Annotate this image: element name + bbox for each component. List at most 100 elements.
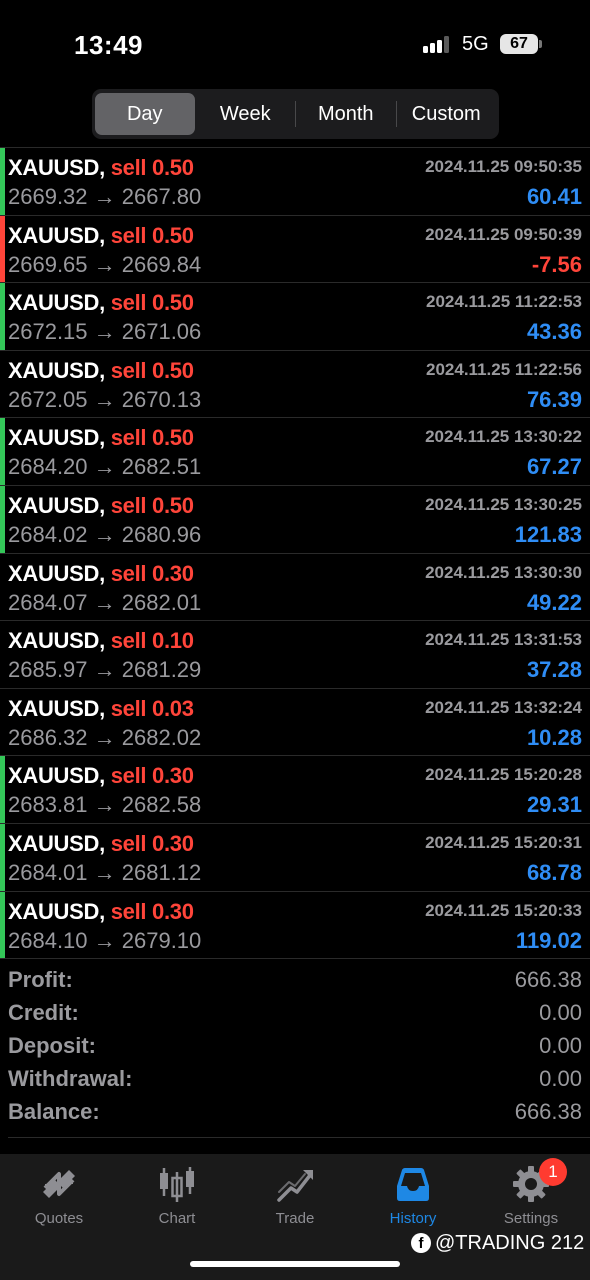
- trade-profit: 10.28: [526, 724, 582, 750]
- trade-profit: 37.28: [526, 657, 582, 683]
- trade-side: sell 0.10: [110, 628, 194, 654]
- trade-profit: 43.36: [526, 319, 582, 345]
- account-summary: Profit: 666.38 Credit: 0.00 Deposit: 0.00 With…: [0, 965, 590, 1130]
- trade-row[interactable]: XAUUSD, sell 0.30 2024.11.25 13:30:30 2684…: [0, 554, 590, 622]
- trade-row[interactable]: XAUUSD, sell 0.50 2024.11.25 13:30:22 2684…: [0, 418, 590, 486]
- trade-result-bar: [0, 485, 5, 553]
- trade-profit: 60.41: [526, 184, 582, 209]
- trade-side: sell 0.50: [110, 492, 194, 518]
- summary-row: Withdrawal: 0.00: [0, 1064, 590, 1097]
- trade-side: sell 0.50: [110, 222, 194, 248]
- trade-symbol-name: XAUUSD,: [8, 492, 105, 518]
- trade-symbol: XAUUSD, sell 0.10: [8, 628, 194, 654]
- trade-profit: 119.02: [515, 927, 582, 953]
- trade-symbol-name: XAUUSD,: [8, 628, 105, 654]
- tab-week[interactable]: Week: [196, 93, 296, 135]
- trade-side: sell 0.30: [110, 898, 194, 924]
- trade-side: sell 0.30: [110, 763, 194, 789]
- trade-side: sell 0.50: [110, 425, 194, 451]
- trade-prices: 2669.32 → 2667.80: [8, 184, 202, 209]
- trade-result-bar: [0, 554, 5, 621]
- period-segmented-control: Day Week Month Custom: [92, 89, 499, 139]
- battery-icon: 67: [500, 34, 538, 54]
- trade-time: 2024.11.25 13:31:53: [425, 630, 582, 650]
- trade-result-bar: [0, 621, 5, 688]
- tab-custom[interactable]: Custom: [397, 93, 497, 135]
- tabbar-chart[interactable]: Chart: [118, 1154, 236, 1244]
- trade-symbol: XAUUSD, sell 0.03: [8, 696, 194, 722]
- trade-symbol-name: XAUUSD,: [8, 830, 105, 856]
- tabbar-trade-label: Trade: [275, 1210, 315, 1227]
- trade-symbol-name: XAUUSD,: [8, 357, 105, 383]
- trade-prices: 2672.05 → 2670.13: [8, 386, 202, 412]
- trade-row[interactable]: XAUUSD, sell 0.30 2024.11.25 15:20:28 2683…: [0, 756, 590, 824]
- watermark-text: @TRADING 212: [435, 1231, 585, 1254]
- trade-row[interactable]: XAUUSD, sell 0.30 2024.11.25 15:20:31 2684…: [0, 823, 590, 892]
- tab-month[interactable]: Month: [296, 93, 396, 135]
- trade-icon: [277, 1170, 313, 1202]
- trade-profit: 76.39: [526, 386, 582, 412]
- trade-symbol: XAUUSD, sell 0.30: [8, 899, 194, 925]
- history-icon: [397, 1168, 429, 1201]
- trade-time: 2024.11.25 15:20:33: [425, 900, 582, 920]
- trade-prices: 2669.65 → 2669.84: [8, 251, 202, 277]
- trade-row[interactable]: XAUUSD, sell 0.50 2024.11.25 09:50:39 2669…: [0, 215, 590, 284]
- summary-value: 666.38: [514, 967, 582, 992]
- summary-value: 666.38: [514, 1099, 582, 1124]
- trade-symbol-name: XAUUSD,: [8, 290, 105, 316]
- trade-result-bar: [0, 148, 5, 215]
- trade-time: 2024.11.25 09:50:35: [425, 157, 582, 176]
- trade-profit: 121.83: [514, 521, 582, 547]
- facebook-icon: f: [411, 1233, 431, 1253]
- trade-time: 2024.11.25 11:22:56: [426, 359, 582, 379]
- summary-label: Deposit:: [8, 1033, 96, 1058]
- trade-result-bar: [0, 689, 5, 756]
- trade-history-list: XAUUSD, sell 0.50 2024.11.25 09:50:35 2669…: [0, 147, 590, 960]
- trade-time: 2024.11.25 13:30:25: [425, 494, 582, 514]
- trade-row[interactable]: XAUUSD, sell 0.30 2024.11.25 15:20:33 2684…: [0, 891, 590, 960]
- trade-symbol: XAUUSD, sell 0.50: [8, 358, 194, 384]
- summary-row: Credit: 0.00: [0, 998, 590, 1031]
- tabbar-quotes-label: Quotes: [34, 1210, 84, 1227]
- summary-row: Deposit: 0.00: [0, 1031, 590, 1064]
- trade-time: 2024.11.25 11:22:53: [426, 292, 582, 312]
- summary-label: Credit:: [8, 1000, 79, 1025]
- battery-tip: [539, 40, 542, 48]
- trade-symbol-name: XAUUSD,: [8, 155, 105, 180]
- tab-day[interactable]: Day: [95, 93, 195, 135]
- summary-divider: [8, 1137, 590, 1138]
- trade-symbol-name: XAUUSD,: [8, 425, 105, 451]
- trade-result-bar: [0, 823, 5, 891]
- trade-profit: 29.31: [526, 792, 582, 818]
- trade-symbol: XAUUSD, sell 0.30: [8, 561, 194, 587]
- trade-row[interactable]: XAUUSD, sell 0.50 2024.11.25 11:22:53 2672…: [0, 283, 590, 351]
- trade-side: sell 0.03: [110, 695, 194, 721]
- trade-profit: 68.78: [526, 859, 582, 885]
- trade-row[interactable]: XAUUSD, sell 0.50 2024.11.25 11:22:56 2672…: [0, 351, 590, 419]
- trade-side: sell 0.30: [110, 830, 194, 856]
- trade-symbol: XAUUSD, sell 0.50: [8, 425, 194, 451]
- trade-row[interactable]: XAUUSD, sell 0.03 2024.11.25 13:32:24 2686…: [0, 689, 590, 757]
- summary-label: Withdrawal:: [8, 1066, 133, 1091]
- trade-symbol: XAUUSD, sell 0.30: [8, 831, 194, 857]
- trade-prices: 2686.32 → 2682.02: [8, 724, 202, 750]
- trade-side: sell 0.50: [110, 357, 194, 383]
- trade-prices: 2684.10 → 2679.10: [8, 927, 202, 953]
- trade-result-bar: [0, 215, 5, 283]
- tabbar-quotes[interactable]: Quotes: [0, 1154, 118, 1244]
- trade-time: 2024.11.25 15:20:31: [425, 832, 582, 852]
- summary-row: Profit: 666.38: [0, 965, 590, 998]
- trade-symbol: XAUUSD, sell 0.50: [8, 290, 194, 316]
- trade-time: 2024.11.25 13:32:24: [425, 697, 582, 717]
- trade-row[interactable]: XAUUSD, sell 0.10 2024.11.25 13:31:53 2685…: [0, 621, 590, 689]
- trade-symbol: XAUUSD, sell 0.50: [8, 155, 194, 181]
- trade-symbol: XAUUSD, sell 0.50: [8, 493, 194, 519]
- trade-row[interactable]: XAUUSD, sell 0.50 2024.11.25 09:50:35 2669…: [0, 148, 590, 216]
- trade-row[interactable]: XAUUSD, sell 0.50 2024.11.25 13:30:25 2684…: [0, 485, 590, 554]
- status-time: 13:49: [74, 30, 143, 60]
- trade-side: sell 0.50: [110, 155, 194, 180]
- trade-side: sell 0.50: [110, 290, 194, 316]
- home-indicator[interactable]: [190, 1261, 400, 1267]
- trade-profit: 67.27: [526, 454, 582, 480]
- tabbar-trade[interactable]: Trade: [236, 1154, 354, 1244]
